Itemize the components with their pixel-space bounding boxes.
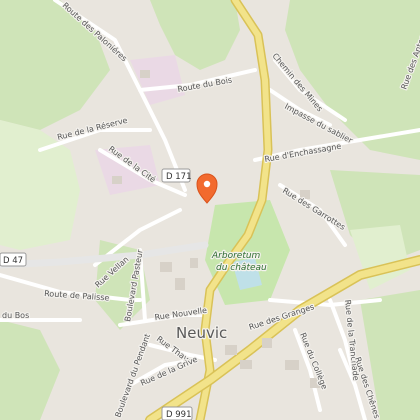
shield-d171-text: D 171 bbox=[166, 172, 191, 182]
building bbox=[285, 360, 299, 370]
park-label-line1: Arboretum bbox=[211, 251, 261, 261]
building bbox=[262, 338, 272, 348]
building bbox=[112, 176, 122, 184]
location-pin[interactable] bbox=[196, 173, 218, 204]
shield-d47: D 47 bbox=[0, 252, 27, 267]
building bbox=[160, 262, 172, 272]
park-label-line2: du château bbox=[216, 263, 267, 273]
forest-sw bbox=[0, 320, 60, 420]
forest-nw bbox=[0, 0, 110, 130]
label-bois: Route du Bois bbox=[177, 76, 233, 94]
pin-dot-icon bbox=[203, 180, 211, 188]
map-svg: Route des Paloniéres Route du Bois Rue d… bbox=[0, 0, 420, 420]
building bbox=[240, 360, 252, 369]
building bbox=[190, 258, 198, 268]
label-grive: Rue de la Grive bbox=[139, 355, 199, 388]
label-enchassagne: Rue d'Enchassagne bbox=[264, 142, 342, 164]
shield-d171: D 171 bbox=[161, 168, 191, 183]
shield-d991: D 991 bbox=[161, 406, 193, 420]
place-pin-icon[interactable] bbox=[196, 173, 218, 204]
residential-north bbox=[130, 55, 185, 105]
building bbox=[140, 70, 150, 78]
shield-d47-text: D 47 bbox=[3, 256, 23, 266]
building bbox=[175, 278, 185, 290]
town-label: Neuvic bbox=[176, 324, 227, 342]
label-nouvelle: Rue Nouvelle bbox=[154, 306, 208, 322]
label-garrottes: Rue des Garrottes bbox=[281, 186, 347, 232]
label-dubos: du Bos bbox=[2, 311, 29, 320]
shield-d991-text: D 991 bbox=[166, 410, 191, 420]
building bbox=[225, 345, 237, 355]
map-canvas[interactable]: Route des Paloniéres Route du Bois Rue d… bbox=[0, 0, 420, 420]
